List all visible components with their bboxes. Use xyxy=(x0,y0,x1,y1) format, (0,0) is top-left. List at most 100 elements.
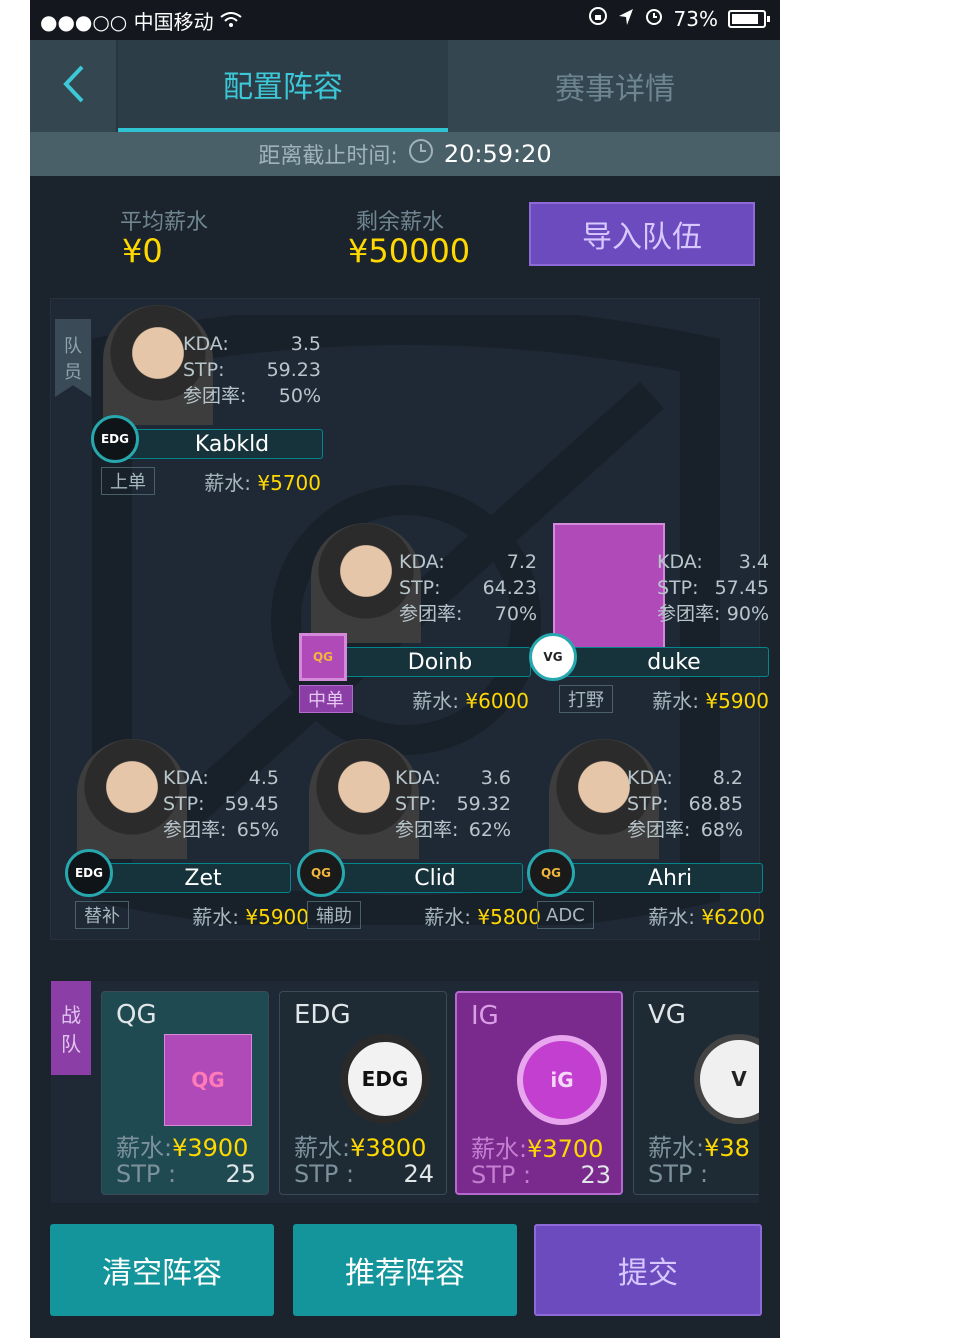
submit-button[interactable]: 提交 xyxy=(534,1224,762,1316)
player-stats: KDA: 3.5 STP: 59.23 参团率: 50% xyxy=(183,331,321,409)
kda-label: KDA: xyxy=(183,333,229,355)
player-card-support[interactable]: KDA: 3.6 STP: 59.32 参团率: 62% Clid QG 辅助 薪水:… xyxy=(297,739,541,929)
status-bar: ●●●○○ 中国移动 73% xyxy=(30,0,780,40)
role-tag: 中单 xyxy=(299,685,353,713)
team-stp-label: STP : xyxy=(471,1161,532,1189)
participation-value: 68% xyxy=(700,819,743,841)
import-team-button[interactable]: 导入队伍 xyxy=(529,202,755,266)
stp-label: STP: xyxy=(657,577,699,599)
carrier-label: ●●●○○ 中国移动 xyxy=(40,10,214,34)
qg-logo-icon: QG xyxy=(297,849,345,897)
kda-value: 3.6 xyxy=(480,767,511,789)
player-name: Ahri xyxy=(557,863,763,893)
tab-config-lineup[interactable]: 配置阵容 xyxy=(118,40,448,132)
kda-label: KDA: xyxy=(627,767,673,789)
player-name: Doinb xyxy=(329,647,531,677)
location-icon xyxy=(618,7,634,31)
vg-logo-icon: V xyxy=(694,1034,759,1124)
chevron-left-icon xyxy=(60,64,86,108)
team-stp-label: STP : xyxy=(294,1160,355,1188)
player-card-top[interactable]: KDA: 3.5 STP: 59.23 参团率: 50% Kabkld EDG 上单 … xyxy=(91,305,323,495)
stp-label: STP: xyxy=(399,577,441,599)
team-salary-value: ¥3700 xyxy=(527,1135,604,1163)
navigation-bar: 配置阵容 赛事详情 xyxy=(30,40,780,132)
team-card-ig[interactable]: IG iG 薪水:¥3700 STP : 23 xyxy=(455,991,623,1195)
participation-label: 参团率: xyxy=(395,819,459,841)
player-card-adc[interactable]: KDA: 8.2 STP: 68.85 参团率: 68% Ahri QG ADC 薪水… xyxy=(527,739,765,929)
team-card-vg[interactable]: VG V 薪水:¥38 STP : xyxy=(633,991,759,1195)
team-card-qg[interactable]: QG QG 薪水:¥3900 STP : 25 xyxy=(101,991,269,1195)
team-stp-value: 25 xyxy=(225,1160,256,1188)
stp-value: 57.45 xyxy=(714,577,769,599)
salary-label: 薪水: xyxy=(652,689,700,713)
participation-label: 参团率: xyxy=(399,603,463,625)
team-salary-value: ¥3900 xyxy=(172,1134,249,1162)
vg-logo-icon: VG xyxy=(529,633,577,681)
role-tag: ADC xyxy=(537,901,594,929)
kda-value: 8.2 xyxy=(712,767,743,789)
role-tag: 辅助 xyxy=(307,901,361,929)
edg-logo-icon: EDG xyxy=(91,415,139,463)
battery-percentage: 73% xyxy=(673,6,718,31)
team-card-edg[interactable]: EDG EDG 薪水:¥3800 STP : 24 xyxy=(279,991,447,1195)
teams-carousel[interactable]: 战 队 QG QG 薪水: ¥3900 STP : 25 EDG EDG 薪水:¥3… xyxy=(50,980,760,1204)
player-stats: KDA: 3.6 STP: 59.32 参团率: 62% xyxy=(395,765,511,843)
teams-tag: 战 队 xyxy=(51,981,91,1075)
clock-icon xyxy=(408,138,434,170)
alarm-icon xyxy=(644,6,664,31)
team-salary: 薪水:¥3700 xyxy=(471,1129,603,1164)
team-stp: STP : 25 xyxy=(116,1160,256,1188)
player-name: Clid xyxy=(327,863,523,893)
salary-label: 薪水: xyxy=(204,471,252,495)
kda-value: 3.4 xyxy=(738,551,769,573)
stp-label: STP: xyxy=(183,359,225,381)
team-stp-label: STP : xyxy=(116,1160,177,1188)
participation-value: 90% xyxy=(726,603,769,625)
stp-label: STP: xyxy=(163,793,205,815)
team-name: EDG xyxy=(294,1000,351,1030)
role-tag: 替补 xyxy=(75,901,129,929)
back-button[interactable] xyxy=(30,40,118,132)
player-card-mid[interactable]: KDA: 7.2 STP: 64.23 参团率: 70% Doinb QG 中单 薪水… xyxy=(299,523,537,713)
team-stp-value: 24 xyxy=(403,1160,434,1188)
edg-logo-icon: EDG xyxy=(340,1034,430,1124)
player-card-jungle[interactable]: KDA: 3.4 STP: 57.45 参团率: 90% duke VG 打野 薪水:… xyxy=(529,523,769,713)
kda-value: 3.5 xyxy=(290,333,321,355)
player-name: Kabkld xyxy=(121,429,323,459)
team-lineup-panel: 队 员 KDA: 3.5 STP: 59.23 参团率: 50% Kabkld EDG… xyxy=(50,298,769,940)
qg-reapers-logo-icon: QG xyxy=(164,1034,252,1126)
participation-value: 65% xyxy=(236,819,279,841)
kda-value: 4.5 xyxy=(248,767,279,789)
team-salary-value: ¥3800 xyxy=(350,1134,427,1162)
player-salary: 薪水: ¥5900 xyxy=(652,685,769,714)
player-card-sub[interactable]: KDA: 4.5 STP: 59.45 参团率: 65% Zet EDG 替补 薪水:… xyxy=(65,739,309,929)
team-salary-value: ¥38 xyxy=(704,1134,750,1162)
qg-logo-icon: QG xyxy=(299,633,347,681)
battery-icon xyxy=(728,9,770,28)
stp-value: 59.32 xyxy=(456,793,511,815)
player-avatar-selected xyxy=(553,523,665,651)
deadline-bar: 距离截止时间: 20:59:20 xyxy=(30,132,780,176)
player-stats: KDA: 4.5 STP: 59.45 参团率: 65% xyxy=(163,765,279,843)
tab-match-details[interactable]: 赛事详情 xyxy=(450,40,780,132)
clear-lineup-button[interactable]: 清空阵容 xyxy=(50,1224,274,1316)
player-name: duke xyxy=(559,647,769,677)
team-name: QG xyxy=(116,1000,157,1030)
recommend-lineup-button[interactable]: 推荐阵容 xyxy=(293,1224,517,1316)
team-name: IG xyxy=(471,1001,499,1031)
deadline-time: 20:59:20 xyxy=(443,140,552,168)
team-salary-label: 薪水: xyxy=(648,1134,705,1162)
salary-value: ¥5900 xyxy=(705,689,769,713)
player-stats: KDA: 8.2 STP: 68.85 参团率: 68% xyxy=(627,765,743,843)
kda-label: KDA: xyxy=(399,551,445,573)
teams-tag-char-1: 战 xyxy=(61,1003,81,1027)
ig-logo-icon: iG xyxy=(517,1035,607,1125)
players-tag-char-1: 队 xyxy=(64,336,82,357)
average-salary-value: ¥0 xyxy=(122,232,163,270)
team-stp-label: STP : xyxy=(648,1160,709,1188)
salary-label: 薪水: xyxy=(412,689,460,713)
kda-label: KDA: xyxy=(395,767,441,789)
team-salary: 薪水:¥3800 xyxy=(294,1128,426,1163)
participation-value: 62% xyxy=(468,819,511,841)
qg-logo-icon: QG xyxy=(527,849,575,897)
